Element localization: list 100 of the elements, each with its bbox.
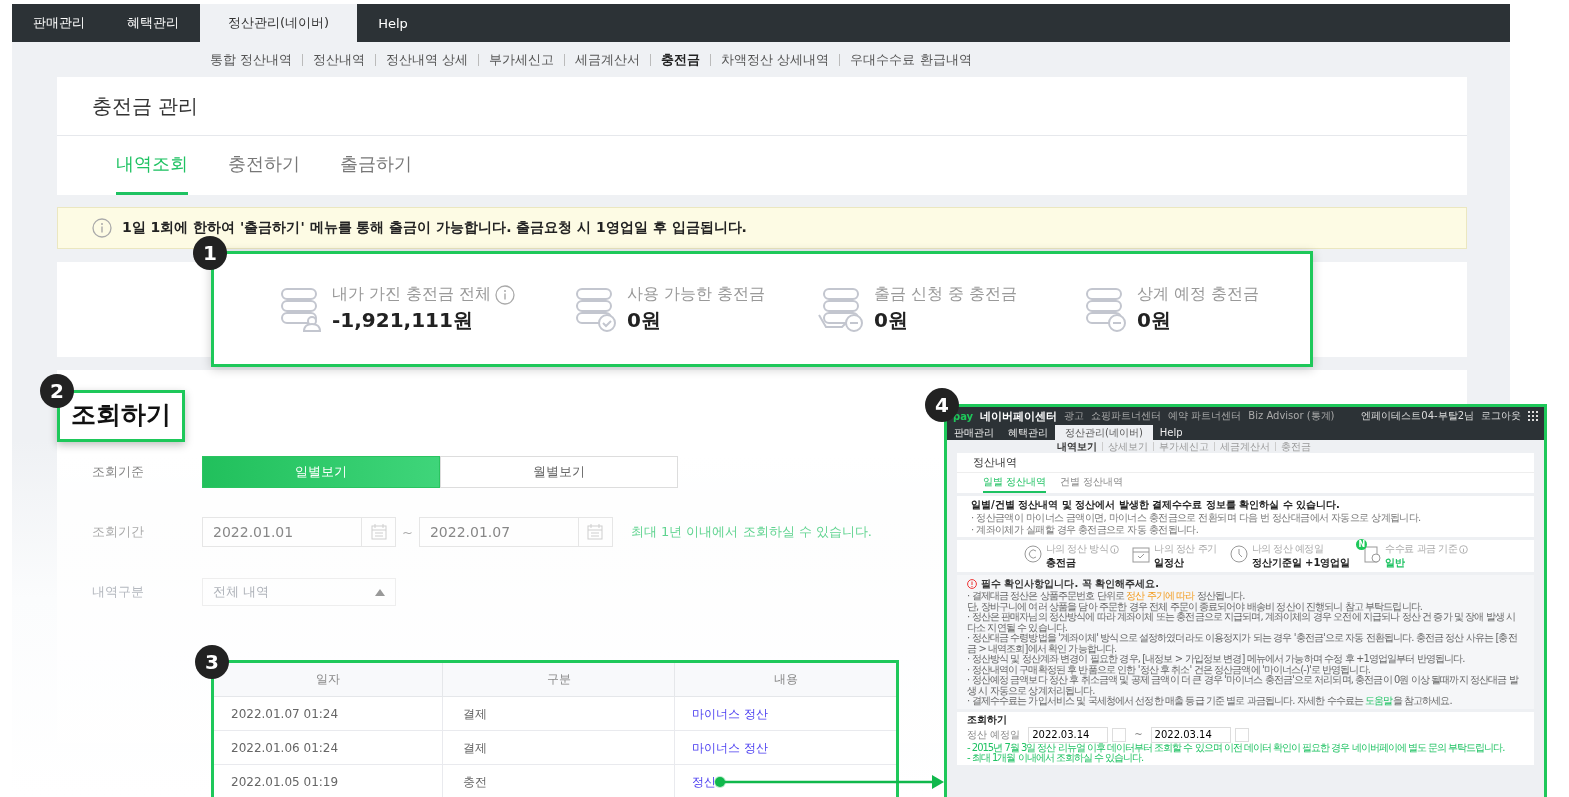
calendar-icon <box>587 524 604 540</box>
field-label: 내역구분 <box>92 583 145 601</box>
stat-label: 나의 정산 예정일 <box>1251 542 1324 556</box>
notice-line: · 계좌이체가 실패할 경우 충전금으로 자동 충전됩니다. <box>971 523 1200 535</box>
warning-line: · 정산방식 및 정산계좌 변경이 필요한 경우, [내정보 > 가입정보 변경] 메뉴에서 가능하며 수정 후 +1영업일부터 반영됩니다. <box>967 654 1466 664</box>
detail-link[interactable]: 마이너스 정산 <box>692 740 768 755</box>
page-title: 충전금 관리 <box>57 77 1467 136</box>
hint-text: - 2015년 7월 3일 정산 리뉴얼 이후 데이터부터 조회할 수 있으며 이전 데이터 확인이 필요한 경우 네이버페이에 별도 문의 부탁드립니다. <box>967 742 1506 753</box>
field-label: 정산 예정일 <box>967 727 1021 742</box>
pay-logo: pay <box>953 410 974 422</box>
stat-label: 나의 정산 방식 <box>1045 542 1109 556</box>
header-link[interactable]: 광고 <box>1064 409 1085 423</box>
info-icon[interactable] <box>1110 544 1120 554</box>
type-cell: 결제 <box>442 730 675 765</box>
apps-grid-icon[interactable] <box>1528 411 1538 421</box>
hint-text: 최대 1년 이내에서 조회하실 수 있습니다. <box>630 523 872 541</box>
notice-heading: 일별/건별 정산내역 및 정산에서 발생한 결제수수료 정보를 확인하실 수 있습니다. <box>971 498 1341 512</box>
date-field[interactable]: 2022.01.07 <box>418 517 579 547</box>
stat-icon <box>1022 544 1043 564</box>
sub-nav-link[interactable]: 차액정산 상세내역 <box>710 53 840 66</box>
info-icon[interactable] <box>495 284 516 305</box>
warning-line: · 결제대금 정산은 상품주문번호 단위로 정산 주기에 따라 정산됩니다. <box>967 591 1246 602</box>
stat-label: 나의 정산 주기 <box>1154 542 1217 556</box>
warning-line: · 정산은 판매자님의 정산방식에 따라 계좌이체 또는 충전금으로 지급되며, 계좌이체의 경우 오전에 지급되나 정산 건 증가 및 장애 발생 시 다소 지연될 수 있습니다. <box>967 612 1516 633</box>
stat-label: 수수료 과금 기준 <box>1385 542 1458 556</box>
nav-tab[interactable]: 정산관리(네이버) <box>1055 425 1153 440</box>
nav-tab[interactable]: Help <box>1152 425 1190 440</box>
warning-line: · 결제수수료는 가입서비스 및 국세청에서 선정한 매출 등급 기준 별로 과금됩니다. 자세한 수수료는 도움말을 참고하세요. <box>967 696 1453 707</box>
date-field[interactable]: 2022.03.14 <box>1150 726 1231 743</box>
sub-nav-link[interactable]: 세금계산서 <box>564 53 651 66</box>
calendar-button[interactable] <box>362 517 396 547</box>
info-icon <box>92 218 112 238</box>
detail-link[interactable]: 정산 <box>692 774 716 789</box>
field-label: 조회기준 <box>92 463 145 481</box>
sub-nav-link[interactable]: 우대수수료 환급내역 <box>839 53 982 66</box>
stat-value: 일반 <box>1385 556 1407 570</box>
alert-icon <box>967 579 977 589</box>
range-separator: ~ <box>402 524 413 540</box>
stat-label: 사용 가능한 충전금 <box>627 284 766 305</box>
calendar-icon <box>370 524 387 540</box>
page-tab[interactable]: 충전하기 <box>228 136 300 195</box>
sub-nav-link[interactable]: 통합 정산내역 <box>200 53 303 66</box>
nav-tab[interactable]: 판매관리 <box>947 425 1001 440</box>
column-header: 내용 <box>674 661 898 697</box>
stat-value: 일정산 <box>1154 556 1186 570</box>
type-cell: 충전 <box>442 764 675 797</box>
caret-icon <box>375 588 385 596</box>
column-header: 구분 <box>442 661 675 697</box>
page-tab[interactable]: 출금하기 <box>340 136 412 195</box>
stat-icon <box>1228 544 1249 564</box>
new-badge: N <box>1356 539 1368 550</box>
date-field[interactable]: 2022.03.14 <box>1028 726 1109 743</box>
date-cell: 2022.01.07 01:24 <box>212 696 443 731</box>
hint-text: - 최대 1개월 이내에서 조회하실 수 있습니다. <box>967 753 1144 764</box>
warning-line: · 정산대금 수령방법을 '계좌이체' 방식으로 설정하였더라도 이용정지가 되는 경우 '충전금'으로 자동 전환됩니다. 충전금 정산 사유는 [충전금 > 내역조회]에서 확인 가능합니다. <box>967 633 1518 654</box>
stat-amount: 0원 <box>874 307 909 334</box>
info-icon[interactable] <box>1459 544 1469 554</box>
nav-tab[interactable]: 혜택관리 <box>1001 425 1055 440</box>
warning-heading: 필수 확인사항입니다. 꼭 확인해주세요. <box>981 577 1160 591</box>
sub-nav-link[interactable]: 부가세신고 <box>478 53 565 66</box>
header-link[interactable]: Biz Advisor (통계) <box>1248 409 1335 423</box>
stat-label: 내가 가진 충전금 전체 <box>332 284 492 305</box>
notice-text: 1일 1회에 한하여 '출금하기' 메뉴를 통해 출금이 가능합니다. 출금요청 시 1영업일 후 입금됩니다. <box>122 219 747 237</box>
date-cell: 2022.01.05 01:19 <box>212 764 443 797</box>
view-toggle-button[interactable]: 월별보기 <box>440 456 678 488</box>
stack-icon <box>818 285 866 333</box>
date-cell: 2022.01.06 01:24 <box>212 730 443 765</box>
stat-amount: 0원 <box>1137 307 1172 334</box>
sub-nav-link[interactable]: 충전금 <box>650 53 711 66</box>
detail-link[interactable]: 마이너스 정산 <box>692 706 768 721</box>
calendar-button[interactable] <box>1112 727 1127 742</box>
nav-tab[interactable]: 혜택관리 <box>106 4 200 42</box>
app-title: 네이버페이센터 <box>980 408 1058 424</box>
calendar-button[interactable] <box>1234 727 1249 742</box>
nav-tab[interactable]: 정산관리(네이버) <box>200 4 358 42</box>
page-title: 정산내역 <box>957 453 1534 473</box>
type-cell: 결제 <box>442 696 675 731</box>
logout-link[interactable]: 로그아웃 <box>1481 409 1521 423</box>
calendar-button[interactable] <box>578 517 613 547</box>
range-separator: ~ <box>1134 729 1143 740</box>
sub-nav-link[interactable]: 내역보기 <box>1052 442 1102 451</box>
page-tab[interactable]: 건별 정산내역 <box>1060 473 1124 493</box>
stat-label: 상계 예정 충전금 <box>1137 284 1260 305</box>
nav-tab[interactable]: 판매관리 <box>12 4 106 42</box>
date-field[interactable]: 2022.01.01 <box>202 517 362 547</box>
stat-icon <box>1131 544 1152 564</box>
user-name: 엔페이테스트04-부탈2님 <box>1361 409 1474 423</box>
nav-tab[interactable]: Help <box>357 4 429 42</box>
warning-line: · 정산예정 금액보다 정산 후 취소금액 및 공제 금액이 더 큰 경우 '마이너스 충전금'으로 처리되며, 충전금이 0원 이상 될때까지 정산대금 발생 시 자동으로 상계처리됩니다. <box>967 675 1520 696</box>
sub-nav-link[interactable]: 정산내역 <box>302 53 376 66</box>
sub-nav-link[interactable]: 정산내역 상세 <box>375 53 479 66</box>
notice-line: · 정산금액이 마이너스 금액이면, 마이너스 충전금으로 전환되며 다음 번 정산대금에서 자동으로 상계됩니다. <box>971 512 1422 524</box>
warning-line: · 정산내역이 구매확정된 후 반품으로 인한 '정산 후 취소' 건은 정산금액에 '마이너스(-)'로 반영됩니다. <box>967 664 1370 675</box>
stat-value: 충전금 <box>1045 556 1077 570</box>
stat-label: 출금 신청 중 충전금 <box>874 284 1018 305</box>
stat-amount: 0원 <box>627 307 662 334</box>
section-title: 조회하기 <box>967 712 1008 727</box>
header-link[interactable]: 예약 파트너센터 <box>1168 409 1242 423</box>
warning-line: 단, 장바구니에 여러 상품을 담아 주문한 경우 전체 주문이 종료되어야 배송비 정산이 진행되니 참고 부탁드립니다. <box>967 601 1423 612</box>
header-link[interactable]: 쇼핑파트너센터 <box>1091 409 1162 423</box>
